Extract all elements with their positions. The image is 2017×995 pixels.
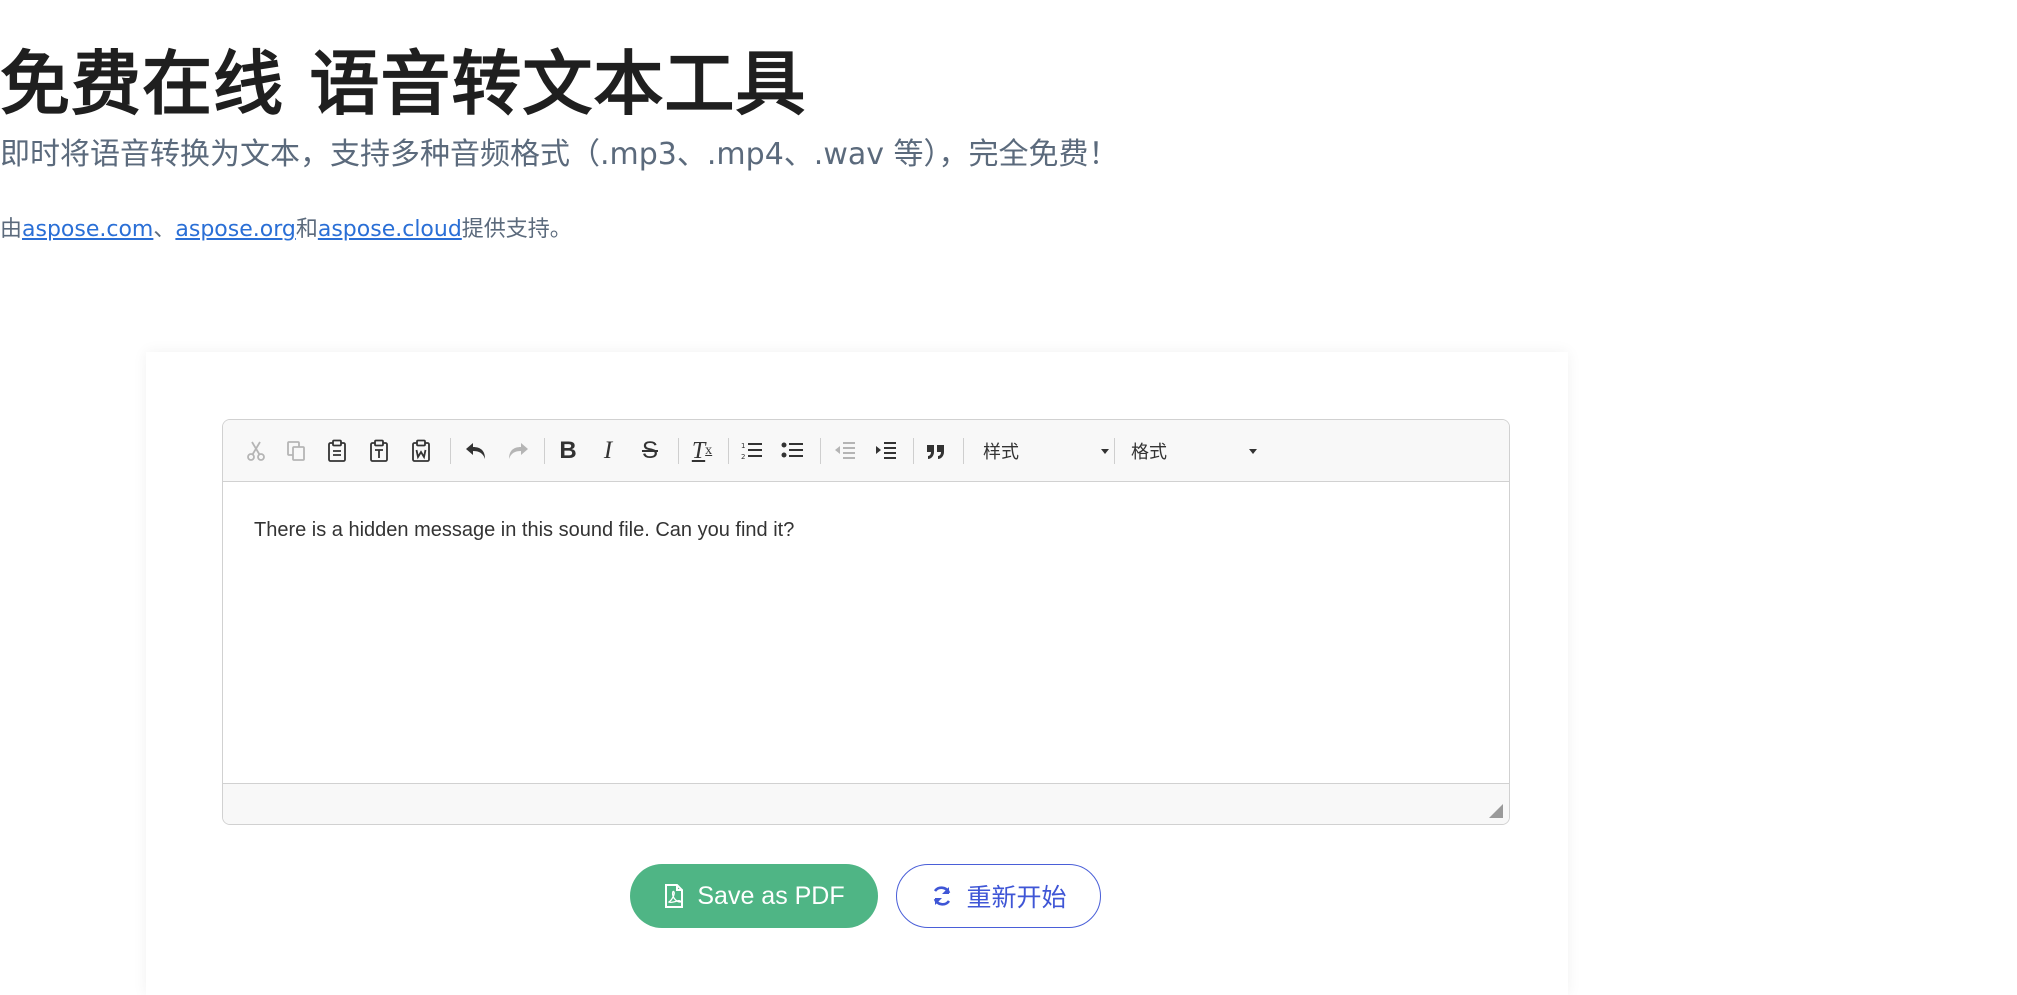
toolbar-separator: [678, 438, 679, 464]
powered-suffix: 提供支持。: [461, 217, 572, 242]
editor-paragraph: There is a hidden message in this sound …: [254, 519, 795, 541]
paste-icon[interactable]: [320, 434, 354, 468]
rich-text-editor: B I S Tx 1 2 样式 格式 There is a hidden mes…: [222, 419, 1510, 825]
numbered-list-icon[interactable]: 1 2: [735, 434, 769, 468]
format-dropdown[interactable]: 格式: [1131, 434, 1257, 468]
powered-prefix: 由: [0, 217, 23, 242]
chevron-down-icon: [1249, 449, 1257, 454]
restart-button[interactable]: 重新开始: [896, 864, 1101, 928]
page-title: 免费在线 语音转文本工具: [0, 43, 807, 125]
cut-icon[interactable]: [239, 434, 273, 468]
editor-content-area[interactable]: There is a hidden message in this sound …: [223, 482, 1509, 785]
copy-icon[interactable]: [279, 434, 313, 468]
redo-icon[interactable]: [501, 434, 535, 468]
toolbar-separator: [1114, 438, 1115, 464]
restart-label: 重新开始: [966, 884, 1067, 912]
page-subtitle: 即时将语音转换为文本，支持多种音频格式（.mp3、.mp4、.wav 等），完全…: [0, 137, 1119, 172]
format-dropdown-label: 格式: [1131, 442, 1167, 463]
bulleted-list-icon[interactable]: [776, 434, 810, 468]
link-aspose-org[interactable]: aspose.org: [175, 217, 295, 242]
italic-icon[interactable]: I: [591, 434, 625, 468]
svg-text:1: 1: [741, 442, 745, 450]
toolbar-separator: [820, 438, 821, 464]
powered-by-line: 由aspose.com、aspose.org和aspose.cloud提供支持。: [0, 212, 1720, 248]
link-aspose-cloud[interactable]: aspose.cloud: [318, 217, 462, 242]
bold-icon[interactable]: B: [551, 434, 585, 468]
save-as-pdf-button[interactable]: Save as PDF: [630, 864, 878, 928]
styles-dropdown[interactable]: 样式: [983, 434, 1109, 468]
chevron-down-icon: [1101, 449, 1109, 454]
outdent-icon[interactable]: [828, 434, 862, 468]
styles-dropdown-label: 样式: [983, 442, 1019, 463]
toolbar-separator: [728, 438, 729, 464]
indent-icon[interactable]: [869, 434, 903, 468]
remove-format-icon[interactable]: Tx: [685, 434, 719, 468]
resize-handle[interactable]: [1489, 804, 1503, 818]
paste-word-icon[interactable]: [404, 434, 438, 468]
toolbar-separator: [544, 438, 545, 464]
paste-text-icon[interactable]: [362, 434, 396, 468]
blockquote-icon[interactable]: [919, 434, 953, 468]
toolbar-separator: [963, 438, 964, 464]
toolbar-separator: [450, 438, 451, 464]
refresh-icon: [930, 884, 954, 908]
powered-separator: 、: [153, 217, 176, 242]
undo-icon[interactable]: [459, 434, 493, 468]
save-as-pdf-label: Save as PDF: [697, 881, 845, 910]
editor-toolbar: B I S Tx 1 2 样式 格式: [223, 420, 1509, 482]
link-aspose-com[interactable]: aspose.com: [22, 217, 153, 242]
editor-statusbar: [223, 783, 1509, 824]
page: 免费在线 语音转文本工具 即时将语音转换为文本，支持多种音频格式（.mp3、.m…: [0, 0, 2017, 995]
powered-and: 和: [295, 217, 318, 242]
file-pdf-icon: [663, 883, 685, 909]
toolbar-separator: [913, 438, 914, 464]
strikethrough-icon[interactable]: S: [633, 434, 667, 468]
svg-text:2: 2: [741, 453, 745, 461]
